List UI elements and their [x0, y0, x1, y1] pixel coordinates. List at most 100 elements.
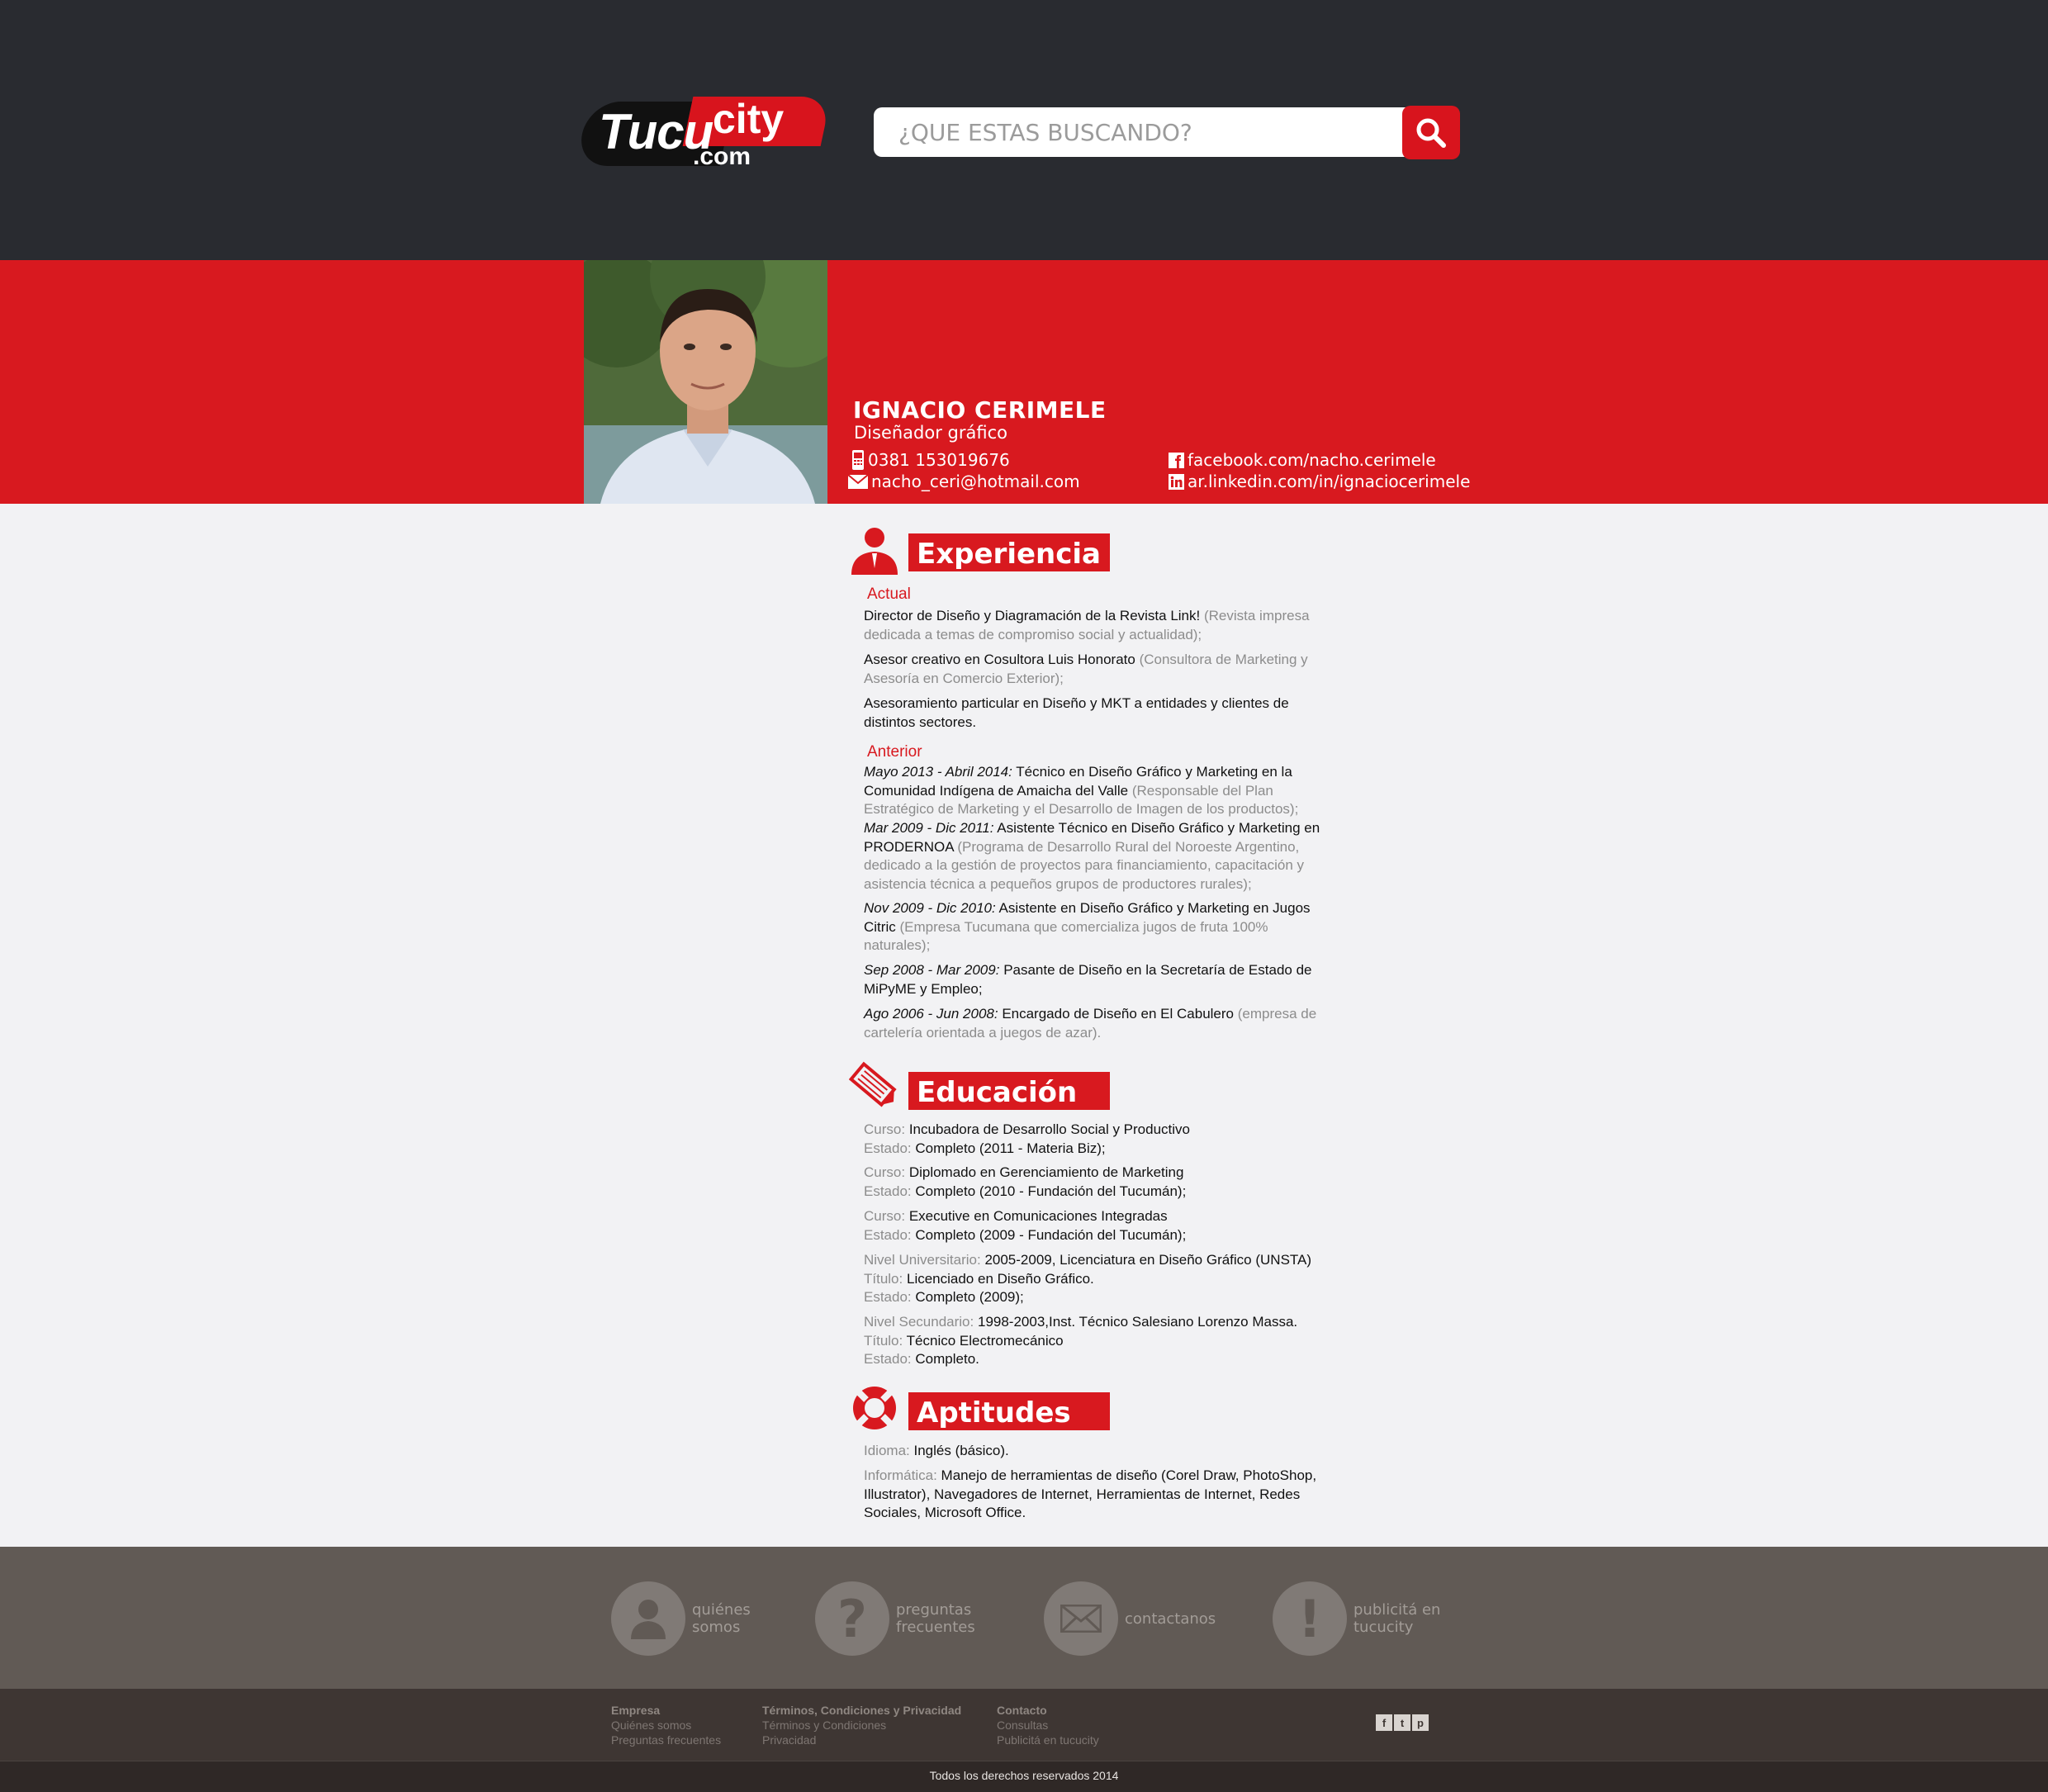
footer-link[interactable]: Preguntas frecuentes [611, 1733, 721, 1747]
search-box [874, 107, 1460, 157]
edu-label: Curso: [864, 1208, 906, 1224]
footer-link[interactable]: Términos y Condiciones [762, 1718, 961, 1733]
entry-date: Sep 2008 - Mar 2009: [864, 962, 1000, 978]
edu-label: Nivel Universitario: [864, 1252, 981, 1268]
facebook-icon [1169, 452, 1184, 468]
edu-value: Incubadora de Desarrollo Social y Produc… [908, 1121, 1190, 1137]
contact-phone[interactable]: 0381 153019676 [851, 450, 1010, 470]
experience-current-label: Actual [867, 585, 911, 603]
edu-value: Técnico Electromecánico [906, 1332, 1064, 1349]
facebook-icon[interactable]: f [1376, 1714, 1392, 1731]
pinterest-icon[interactable]: p [1412, 1714, 1429, 1731]
entry-date: Nov 2009 - Dic 2010: [864, 900, 996, 916]
footer-nav-band [0, 1547, 2048, 1689]
footer-link[interactable]: Consultas [997, 1718, 1099, 1733]
profile-band [0, 260, 2048, 504]
edu-label: Curso: [864, 1121, 906, 1137]
footer-nav-contactanos[interactable]: contactanos [1044, 1581, 1249, 1656]
edu-label: Título: [864, 1332, 903, 1349]
question-icon: ? [815, 1581, 889, 1656]
tucucity-logo[interactable]: Tucu city .com [575, 95, 832, 170]
edu-value: Completo (2009 - Fundación del Tucumán); [915, 1226, 1187, 1243]
footer-link[interactable]: Quiénes somos [611, 1718, 721, 1733]
skill-label: Idioma: [864, 1443, 910, 1458]
logo-text-suffix: .com [693, 143, 751, 170]
edu-value: Licenciado en Diseño Gráfico. [906, 1270, 1094, 1287]
footer-nav-label: tucucity [1353, 1619, 1414, 1636]
skill-value: Inglés (básico). [913, 1443, 1009, 1458]
entry-date: Mayo 2013 - Abril 2014: [864, 764, 1012, 780]
footer-nav-preguntas-frecuentes[interactable]: ? preguntas frecuentes [815, 1581, 1003, 1656]
section-title-educacion: Educación [908, 1072, 1110, 1110]
education-item: Nivel Secundario: 1998-2003,Inst. Técnic… [864, 1313, 1326, 1369]
footer-nav-publicita[interactable]: ! publicitá en tucucity [1273, 1581, 1461, 1656]
email-text: nacho_ceri@hotmail.com [871, 472, 1080, 491]
footer-links-terminos: Términos, Condiciones y Privacidad Térmi… [762, 1703, 961, 1747]
edu-value: Executive en Comunicaciones Integradas [908, 1208, 1168, 1224]
search-button[interactable] [1402, 106, 1460, 159]
logo-text-accent: city [713, 96, 785, 142]
pencil-icon [848, 1061, 900, 1111]
footer-links-empresa: Empresa Quiénes somos Preguntas frecuent… [611, 1703, 721, 1747]
education-item: Curso: Diplomado en Gerenciamiento de Ma… [864, 1164, 1326, 1201]
experience-previous-item: Nov 2009 - Dic 2010: Asistente en Diseño… [864, 899, 1326, 955]
search-icon [1416, 118, 1446, 148]
lifebuoy-icon [849, 1383, 900, 1433]
entry-note: (Empresa Tucumana que comercializa jugos… [864, 918, 1268, 954]
phone-text: 0381 153019676 [868, 450, 1010, 470]
skill-item: Idioma: Inglés (básico). [864, 1442, 1326, 1461]
entry-main: Encargado de Diseño en El Cabulero [1002, 1006, 1234, 1022]
footer-nav-label: publicitá en [1353, 1601, 1441, 1619]
edu-label: Estado: [864, 1140, 912, 1156]
edu-value: 2005-2009, Licenciatura en Diseño Gráfic… [984, 1252, 1312, 1268]
footer-links-heading: Empresa [611, 1704, 661, 1717]
section-title-experiencia: Experiencia [908, 533, 1110, 571]
contact-linkedin[interactable]: ar.linkedin.com/in/ignaciocerimele [1169, 472, 1470, 491]
section-title-aptitudes: Aptitudes [908, 1392, 1110, 1430]
experience-current-item: Asesoramiento particular en Diseño y MKT… [864, 695, 1326, 732]
edu-value: Completo (2011 - Materia Biz); [915, 1140, 1106, 1156]
footer-link[interactable]: Privacidad [762, 1733, 961, 1747]
skill-label: Informática: [864, 1467, 937, 1483]
edu-value: Completo (2009); [915, 1289, 1024, 1305]
education-item: Nivel Universitario: 2005-2009, Licencia… [864, 1251, 1326, 1307]
footer-links-heading: Contacto [997, 1704, 1047, 1717]
footer-nav-label: preguntas [896, 1601, 972, 1619]
edu-value: Completo (2010 - Fundación del Tucumán); [915, 1183, 1187, 1199]
edu-label: Estado: [864, 1226, 912, 1243]
footer-links-contacto: Contacto Consultas Publicitá en tucucity [997, 1703, 1099, 1747]
facebook-text: facebook.com/nacho.cerimele [1188, 450, 1436, 470]
footer-nav-label: quiénes [692, 1601, 751, 1619]
linkedin-icon [1169, 473, 1184, 490]
twitter-icon[interactable]: t [1394, 1714, 1410, 1731]
edu-label: Nivel Secundario: [864, 1314, 974, 1330]
person-icon [849, 525, 900, 575]
footer-link[interactable]: Publicitá en tucucity [997, 1733, 1099, 1747]
experience-current-item: Director de Diseño y Diagramación de la … [864, 607, 1326, 644]
entry-main: Asesoramiento particular en Diseño y MKT… [864, 695, 1289, 730]
footer-nav-quienes-somos[interactable]: quiénes somos [611, 1581, 799, 1656]
experience-previous-label: Anterior [867, 743, 922, 761]
edu-label: Título: [864, 1270, 903, 1287]
person-icon [611, 1581, 685, 1656]
profile-profession: Diseñador gráfico [854, 423, 1007, 443]
experience-previous-item: Ago 2006 - Jun 2008: Encargado de Diseño… [864, 1005, 1326, 1042]
experience-previous-item: Mar 2009 - Dic 2011: Asistente Técnico e… [864, 819, 1326, 894]
entry-date: Ago 2006 - Jun 2008: [864, 1006, 998, 1022]
profile-photo [584, 260, 827, 504]
search-input[interactable] [898, 116, 1394, 149]
footer-nav-label: somos [692, 1619, 741, 1636]
experience-previous-item: Sep 2008 - Mar 2009: Pasante de Diseño e… [864, 961, 1326, 998]
edu-label: Curso: [864, 1164, 906, 1180]
exclamation-icon: ! [1273, 1581, 1347, 1656]
edu-value: 1998-2003,Inst. Técnico Salesiano Lorenz… [977, 1314, 1298, 1330]
entry-date: Mar 2009 - Dic 2011: [864, 820, 994, 836]
footer-nav-label: frecuentes [896, 1619, 975, 1636]
edu-label: Estado: [864, 1289, 912, 1305]
copyright-text: Todos los derechos reservados 2014 [929, 1769, 1119, 1782]
contact-facebook[interactable]: facebook.com/nacho.cerimele [1169, 450, 1436, 470]
education-item: Curso: Executive en Comunicaciones Integ… [864, 1207, 1326, 1244]
edu-value: Completo. [915, 1351, 979, 1367]
contact-email[interactable]: nacho_ceri@hotmail.com [848, 472, 1080, 491]
experience-previous-item: Mayo 2013 - Abril 2014: Técnico en Diseñ… [864, 763, 1326, 819]
